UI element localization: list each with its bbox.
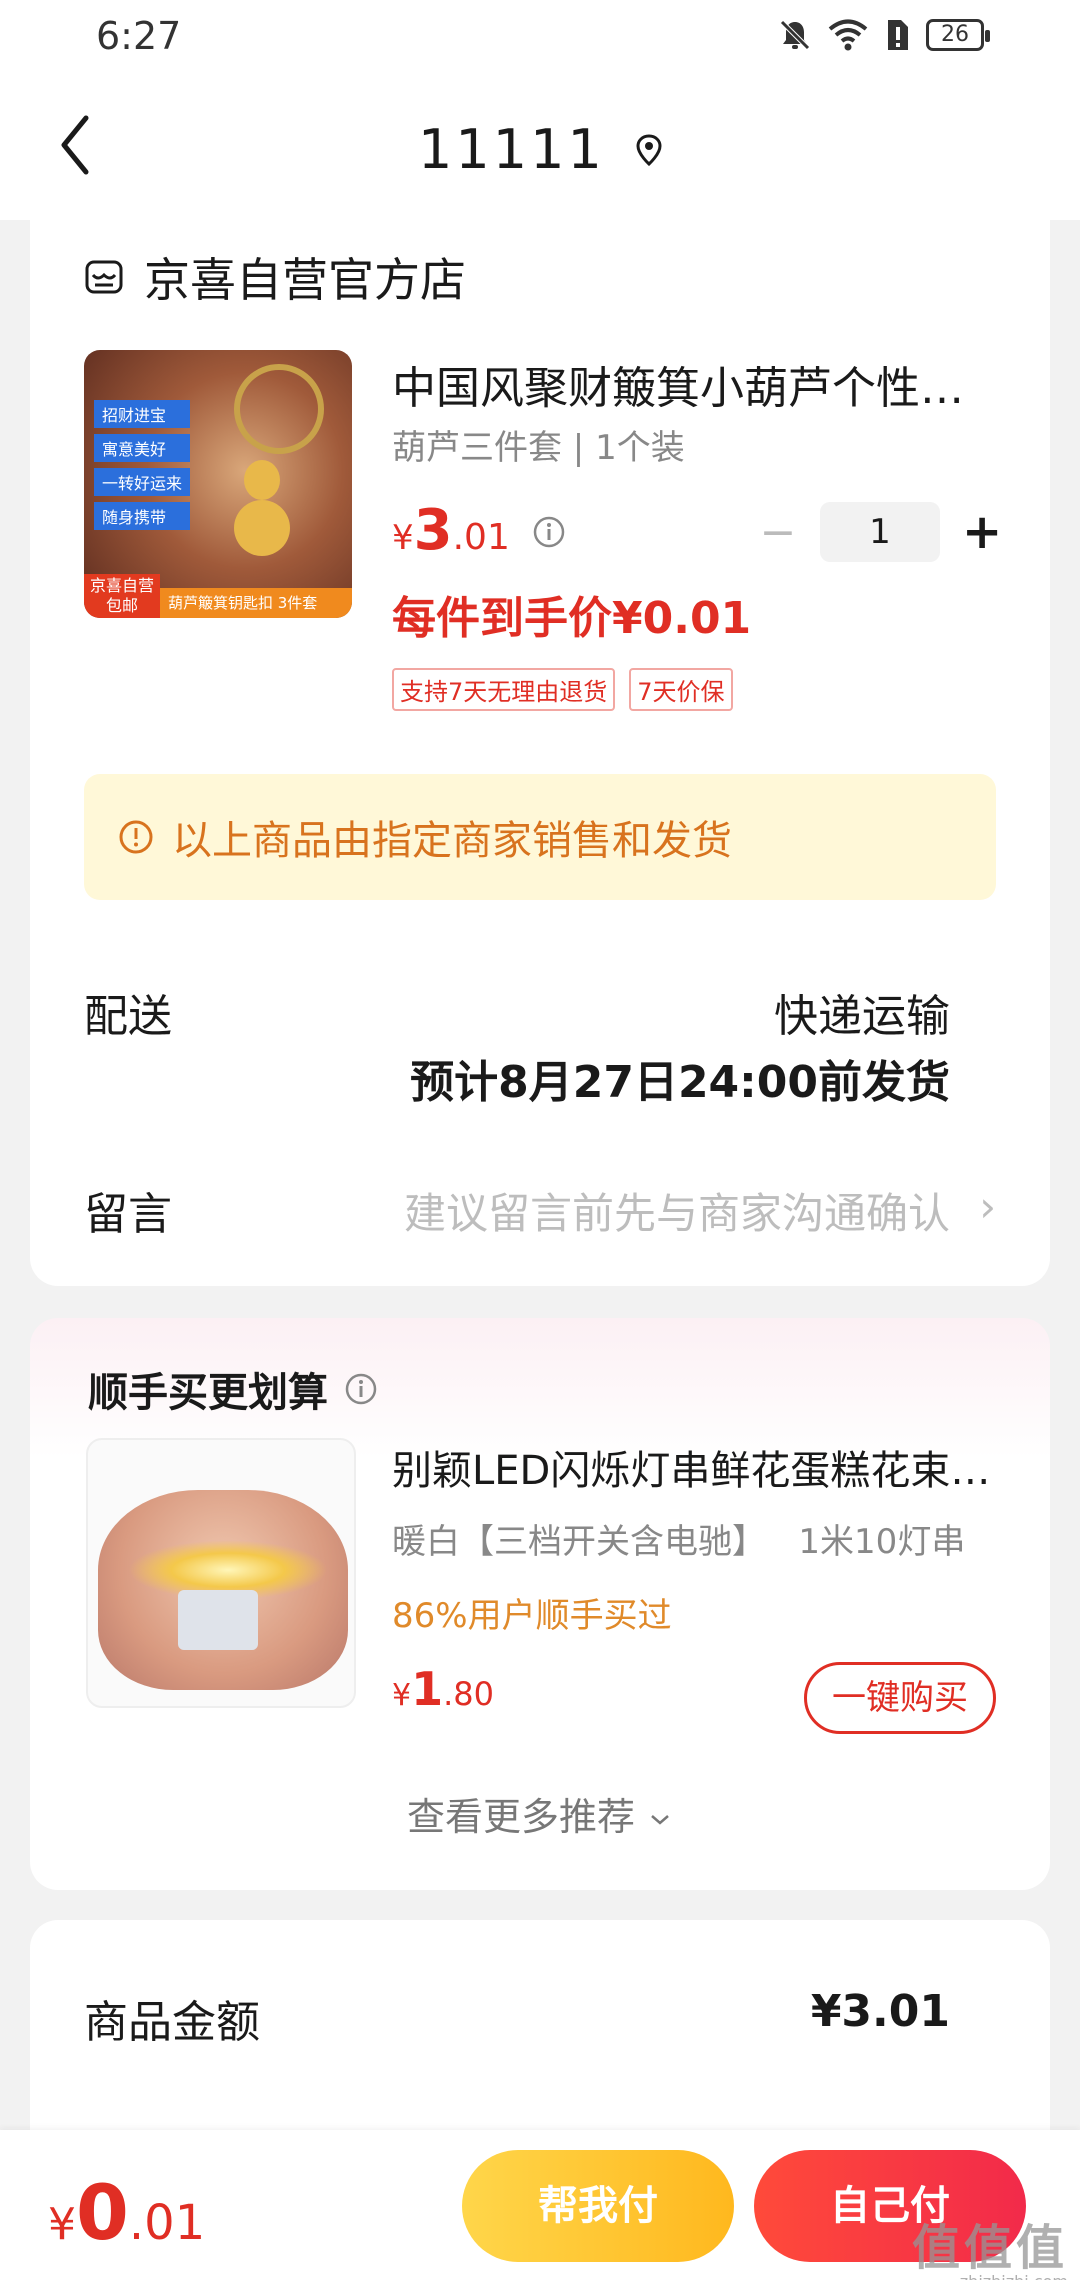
product-image[interactable]: 招财进宝 寓意美好 一转好运来 随身携带 京喜自营 包邮 葫芦簸箕钥匙扣 3件套 [84, 350, 352, 618]
amount-value: ¥3.01 [810, 1986, 950, 2037]
increase-button[interactable]: + [962, 504, 1002, 560]
price-decimal: .80 [443, 1675, 494, 1713]
recommend-card: 顺手买更划算 别颖LED闪烁灯串鲜花蛋糕花束装饰灯 暖白【三档开关含电驰】 1米… [30, 1318, 1050, 1890]
service-tag: 7天价保 [629, 668, 733, 711]
total-currency: ¥ [48, 2199, 76, 2250]
shop-row[interactable]: 京喜自营官方店 [84, 244, 466, 310]
battery-box-shape [178, 1590, 258, 1650]
address-title[interactable]: 11111 [0, 118, 1080, 181]
nav-header: 11111 [0, 80, 1080, 220]
amount-label: 商品金额 [84, 1997, 260, 2048]
product-price: ¥ 3 .01 [392, 498, 566, 563]
recommend-spec: 暖白【三档开关含电驰】 1米10灯串 [392, 1522, 966, 1562]
image-tag: 随身携带 [94, 502, 191, 530]
shop-icon [85, 260, 123, 294]
gourd-bottom-shape [234, 500, 290, 556]
more-recommend-label: 查看更多推荐 [406, 1795, 635, 1839]
recommend-name[interactable]: 别颖LED闪烁灯串鲜花蛋糕花束装饰灯 [392, 1438, 1022, 1496]
image-tag: 一转好运来 [94, 468, 191, 496]
price-integer: 1 [411, 1662, 444, 1716]
status-bar: 6:27 26 [0, 0, 1080, 80]
location-pin-icon [636, 133, 662, 166]
recommend-title: 顺手买更划算 [88, 1370, 328, 1416]
checkout-bar: ¥ 0 .01 帮我付 自己付 值值值 zhizhizhi.com [0, 2130, 1080, 2280]
quantity-stepper: − 1 + [758, 502, 1002, 562]
quantity-input[interactable]: 1 [820, 502, 940, 562]
delivery-label: 配送 [84, 991, 172, 1042]
order-card: 京喜自营官方店 招财进宝 寓意美好 一转好运来 随身携带 京喜自营 包邮 葫芦簸… [30, 220, 1050, 1286]
unit-price: 每件到手价¥0.01 [392, 593, 752, 644]
image-tag: 寓意美好 [94, 434, 191, 462]
watermark: 值值值 zhizhizhi.com [912, 2208, 1068, 2280]
page-title: 11111 [418, 118, 605, 181]
help-pay-button[interactable]: 帮我付 [462, 2150, 734, 2262]
battery-icon: 26 [926, 19, 990, 51]
recommend-price: ¥ 1 .80 [392, 1662, 494, 1716]
delivery-mode[interactable]: 快递运输 [774, 980, 950, 1044]
gourd-top-shape [244, 460, 280, 500]
recommend-header: 顺手买更划算 [88, 1360, 378, 1418]
price-currency: ¥ [392, 518, 414, 558]
more-recommend-link[interactable]: 查看更多推荐 [30, 1786, 1050, 1841]
service-tags: 支持7天无理由退货 7天价保 [392, 668, 733, 711]
chevron-down-icon [651, 1814, 669, 1825]
watermark-main: 值值值 [911, 2220, 1068, 2276]
product-spec[interactable]: 葫芦三件套 | 1个装 [392, 420, 685, 469]
mute-bell-icon [780, 20, 810, 50]
price-integer: 3 [413, 498, 453, 563]
image-tags: 招财进宝 寓意美好 一转好运来 随身携带 [94, 400, 191, 530]
recommend-image[interactable] [86, 1438, 356, 1708]
notice-text: 以上商品由指定商家销售和发货 [172, 818, 732, 864]
recommend-bought: 86%用户顺手买过 [392, 1596, 672, 1636]
price-info-icon[interactable] [532, 515, 566, 549]
keyring-shape [234, 364, 324, 454]
wifi-icon [828, 19, 868, 51]
info-icon [119, 820, 153, 854]
image-tag: 招财进宝 [94, 400, 191, 428]
seller-notice: 以上商品由指定商家销售和发货 [84, 774, 996, 900]
product-title[interactable]: 中国风聚财簸箕小葫芦个性创意钥匙扣挂件 [392, 352, 1002, 416]
one-click-buy-button[interactable]: 一键购买 [804, 1662, 996, 1734]
message-label: 留言 [84, 1189, 172, 1240]
message-input[interactable]: 建议留言前先与商家沟通确认 [404, 1180, 950, 1241]
status-icons: 26 [778, 18, 990, 52]
decrease-button[interactable]: − [758, 507, 798, 558]
sim-alert-icon [888, 20, 908, 50]
total-price: ¥ 0 .01 [48, 2168, 205, 2257]
total-integer: 0 [76, 2168, 129, 2257]
free-shipping-badge: 京喜自营 包邮 [84, 574, 160, 618]
badge-bottom: 包邮 [105, 596, 138, 615]
price-currency: ¥ [392, 1678, 412, 1713]
status-time: 6:27 [96, 14, 182, 58]
image-strip: 葫芦簸箕钥匙扣 3件套 [160, 588, 352, 618]
shop-name: 京喜自营官方店 [144, 253, 466, 307]
total-decimal: .01 [128, 2195, 206, 2251]
chevron-right-icon[interactable]: › [979, 1182, 996, 1231]
price-decimal: .01 [452, 517, 510, 558]
delivery-eta: 预计8月27日24:00前发货 [410, 1057, 950, 1108]
recommend-info-icon[interactable] [344, 1372, 378, 1406]
badge-top: 京喜自营 [89, 576, 154, 595]
service-tag: 支持7天无理由退货 [392, 668, 616, 711]
